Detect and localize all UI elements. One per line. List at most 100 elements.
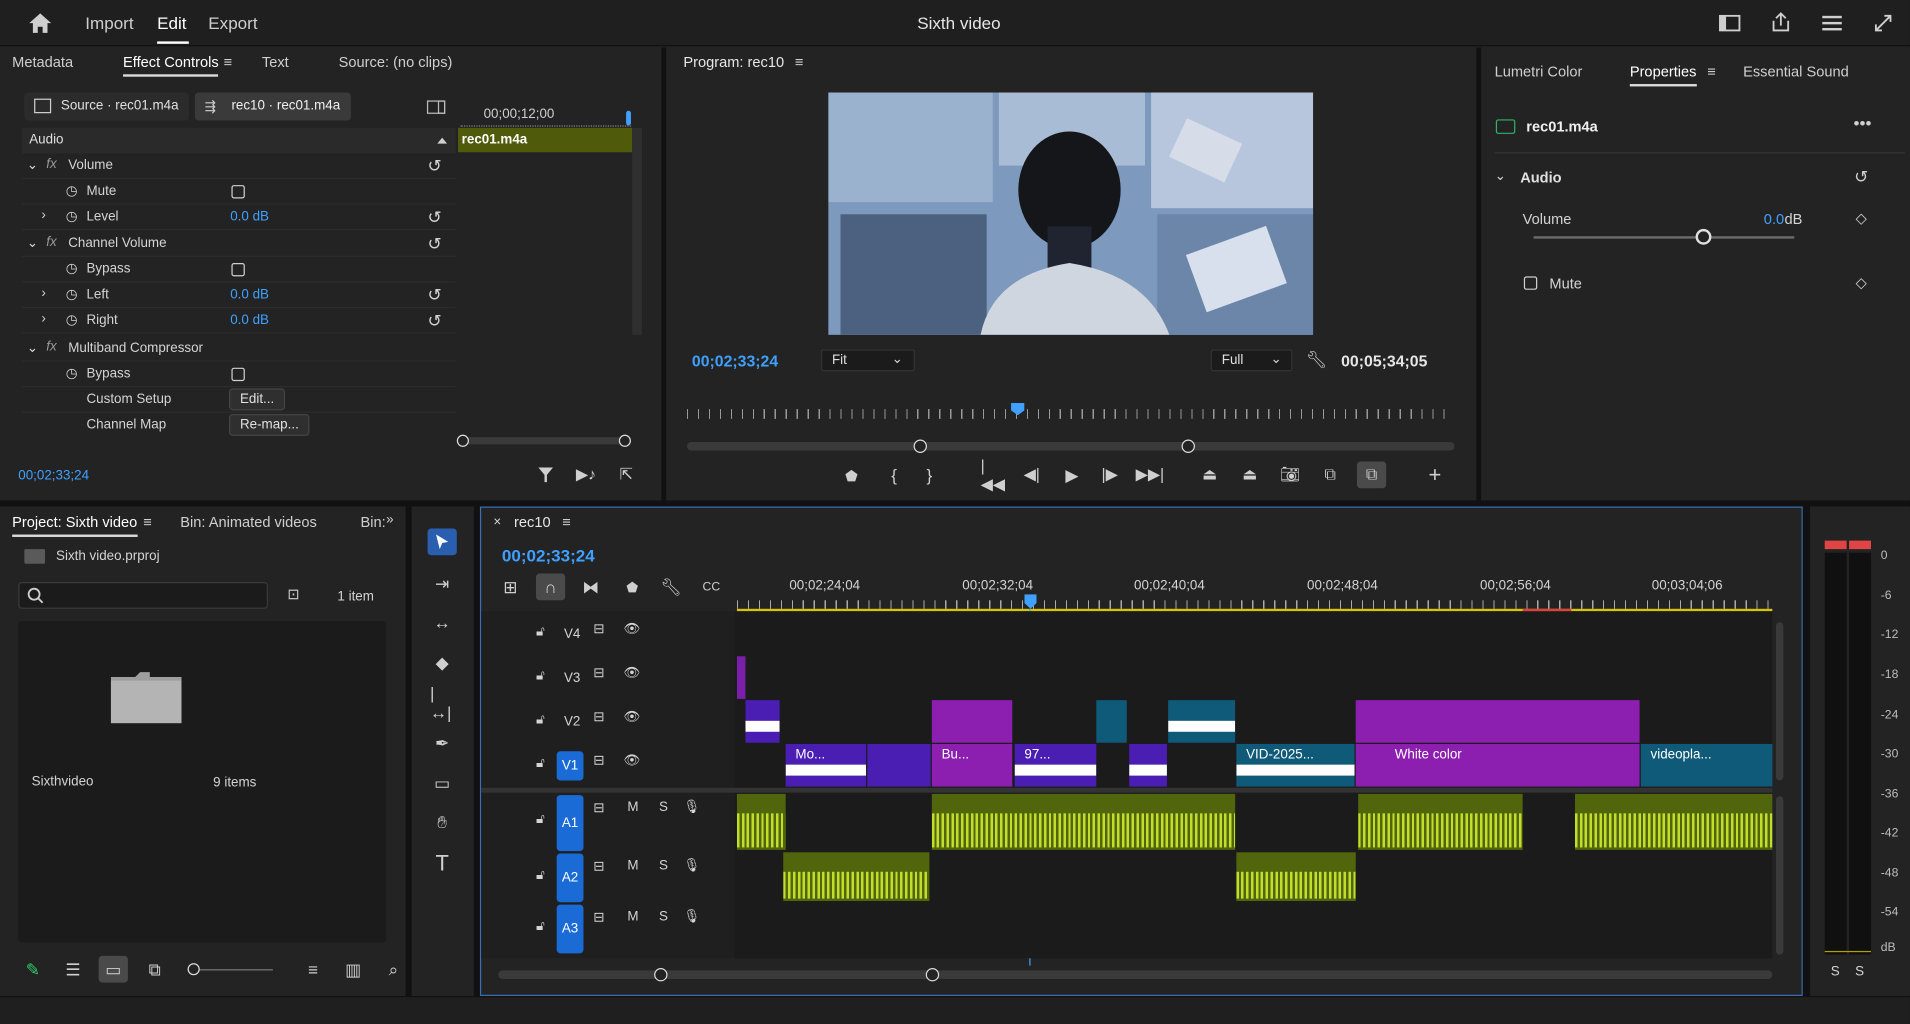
clip[interactable]: White color bbox=[1355, 743, 1640, 787]
tab-edit[interactable]: Edit bbox=[157, 13, 186, 32]
stopwatch-icon[interactable]: ◷ bbox=[66, 208, 78, 224]
zoom-handle-left[interactable] bbox=[654, 967, 668, 982]
chevron-down-icon[interactable]: ⌄ bbox=[1495, 168, 1506, 184]
reset-icon[interactable]: ↺ bbox=[1850, 166, 1872, 186]
microphone-icon[interactable]: 🎙︎ bbox=[683, 799, 700, 815]
tab-essential-sound[interactable]: Essential Sound bbox=[1743, 63, 1849, 80]
clip[interactable] bbox=[1168, 700, 1236, 743]
tab-text[interactable]: Text bbox=[262, 54, 289, 71]
microphone-icon[interactable]: 🎙︎ bbox=[683, 857, 700, 873]
step-back-icon[interactable]: ◀| bbox=[1022, 465, 1041, 483]
keyframe-icon[interactable]: ◇ bbox=[1854, 209, 1869, 226]
home-icon[interactable] bbox=[27, 10, 54, 37]
track-target-a1[interactable]: A1 bbox=[556, 795, 584, 852]
chevron-right-icon[interactable]: › bbox=[41, 208, 45, 223]
clip[interactable] bbox=[736, 656, 746, 699]
solo-right-button[interactable]: S bbox=[1855, 964, 1864, 979]
source-clip-tab[interactable]: Source · rec01.m4a bbox=[24, 92, 189, 121]
ec-scrollbar[interactable] bbox=[632, 127, 642, 335]
channel-volume-row[interactable]: ⌄ fx Channel Volume ↺ bbox=[21, 231, 456, 257]
tab-bin[interactable]: Bin: bbox=[361, 514, 386, 531]
audio-track-scrollbar[interactable] bbox=[1775, 796, 1784, 955]
reset-icon[interactable]: ↺ bbox=[428, 310, 442, 331]
timeline-zoom-bar[interactable] bbox=[498, 967, 1773, 982]
panel-menu-icon[interactable]: ≡ bbox=[1703, 63, 1720, 80]
solo-track-button[interactable]: S bbox=[659, 858, 668, 873]
panel-menu-icon[interactable]: ≡ bbox=[791, 54, 808, 71]
tab-effect-controls[interactable]: Effect Controls bbox=[123, 54, 219, 77]
reset-icon[interactable]: ↺ bbox=[428, 207, 442, 228]
scroll-handle-right[interactable] bbox=[618, 434, 631, 447]
play-audio-icon[interactable]: ▶♪ bbox=[576, 465, 596, 484]
sync-lock-icon[interactable]: ⊟ bbox=[593, 665, 604, 681]
sync-lock-icon[interactable]: ⊟ bbox=[593, 910, 604, 926]
edit-button[interactable]: Edit... bbox=[229, 388, 286, 411]
audio-clip[interactable] bbox=[1236, 852, 1356, 902]
sort-icon[interactable]: ≡ bbox=[303, 959, 322, 978]
eye-icon[interactable]: 👁︎ bbox=[624, 621, 641, 637]
search-input[interactable] bbox=[18, 582, 268, 609]
tab-export[interactable]: Export bbox=[208, 13, 257, 32]
stopwatch-icon[interactable]: ◷ bbox=[66, 286, 78, 302]
proxy-toggle-icon[interactable]: ⧉ bbox=[1356, 461, 1387, 489]
sequence-tab[interactable]: rec10 bbox=[514, 514, 551, 531]
ec-playhead[interactable] bbox=[626, 110, 631, 126]
slip-tool-icon[interactable]: |↔| bbox=[430, 683, 454, 722]
list-view-icon[interactable]: ☰ bbox=[63, 959, 82, 978]
timeline-ruler[interactable] bbox=[736, 600, 1773, 609]
wrench-icon[interactable]: 🔧︎ bbox=[660, 577, 682, 596]
right-value[interactable]: 0.0 dB bbox=[230, 313, 269, 328]
timeline-timecode[interactable]: 00;02;33;24 bbox=[502, 545, 595, 564]
tab-properties[interactable]: Properties bbox=[1629, 63, 1697, 87]
reset-icon[interactable]: ↺ bbox=[428, 156, 442, 177]
razor-tool-icon[interactable]: ◆ bbox=[430, 651, 454, 673]
selection-tool-icon[interactable] bbox=[427, 528, 457, 556]
program-zoom-bar[interactable] bbox=[687, 439, 1455, 453]
chevron-down-icon[interactable]: ⌄ bbox=[27, 235, 38, 251]
type-tool-icon[interactable]: T bbox=[430, 850, 454, 875]
freeform-view-icon[interactable]: ⧉ bbox=[144, 959, 166, 978]
close-icon[interactable]: × bbox=[493, 515, 501, 530]
panel-menu-icon[interactable]: ≡ bbox=[558, 514, 575, 531]
clip[interactable] bbox=[745, 700, 780, 743]
panel-divider[interactable] bbox=[1802, 506, 1811, 996]
ripple-edit-tool-icon[interactable]: ↔ bbox=[430, 611, 454, 633]
mute-track-button[interactable]: M bbox=[627, 910, 638, 925]
clip[interactable] bbox=[1129, 743, 1167, 787]
clip-indicator-left[interactable] bbox=[1824, 540, 1847, 550]
mark-in-icon[interactable]: { bbox=[886, 465, 903, 484]
lock-icon[interactable]: 🔓︎ bbox=[536, 919, 545, 935]
tab-import[interactable]: Import bbox=[85, 13, 133, 32]
lock-icon[interactable]: 🔓︎ bbox=[536, 712, 545, 728]
panels-menu-icon[interactable] bbox=[1820, 11, 1844, 35]
track-target-a3[interactable]: A3 bbox=[556, 904, 584, 954]
eye-icon[interactable]: 👁︎ bbox=[624, 709, 641, 725]
folder-name[interactable]: Sixthvideo bbox=[32, 774, 94, 789]
clip[interactable]: Mo... bbox=[785, 743, 867, 787]
sync-lock-icon[interactable]: ⊟ bbox=[593, 709, 604, 725]
go-to-out-icon[interactable]: ▶▶| bbox=[1136, 465, 1164, 483]
video-track-scrollbar[interactable] bbox=[1775, 622, 1784, 781]
new-search-bin-icon[interactable]: ⊡ bbox=[284, 586, 303, 603]
tab-source[interactable]: Source: (no clips) bbox=[339, 54, 453, 71]
clip[interactable]: 97... bbox=[1014, 743, 1097, 787]
wrench-icon[interactable]: 🔧︎ bbox=[1306, 349, 1328, 368]
step-forward-icon[interactable]: |▶ bbox=[1100, 465, 1119, 483]
video-frame[interactable] bbox=[828, 92, 1314, 335]
left-value[interactable]: 0.0 dB bbox=[230, 287, 269, 302]
linked-selection-icon[interactable]: ⧓ bbox=[580, 577, 602, 596]
solo-track-button[interactable]: S bbox=[659, 800, 668, 815]
volume-slider-thumb[interactable] bbox=[1695, 228, 1712, 245]
stopwatch-icon[interactable]: ◷ bbox=[66, 183, 78, 199]
tab-metadata[interactable]: Metadata bbox=[12, 54, 73, 71]
audio-clip[interactable] bbox=[783, 852, 930, 902]
rectangle-tool-icon[interactable]: ▭ bbox=[430, 772, 454, 794]
add-button-icon[interactable]: + bbox=[1425, 462, 1444, 486]
workspace-icon[interactable] bbox=[1718, 11, 1742, 35]
sync-lock-icon[interactable]: ⊟ bbox=[593, 800, 604, 816]
marker-icon[interactable]: ⬟ bbox=[621, 577, 643, 596]
mute-track-button[interactable]: M bbox=[627, 858, 638, 873]
microphone-icon[interactable]: 🎙︎ bbox=[683, 908, 700, 925]
marker-icon[interactable]: ⬟ bbox=[843, 468, 860, 485]
mark-out-icon[interactable]: } bbox=[921, 465, 938, 484]
